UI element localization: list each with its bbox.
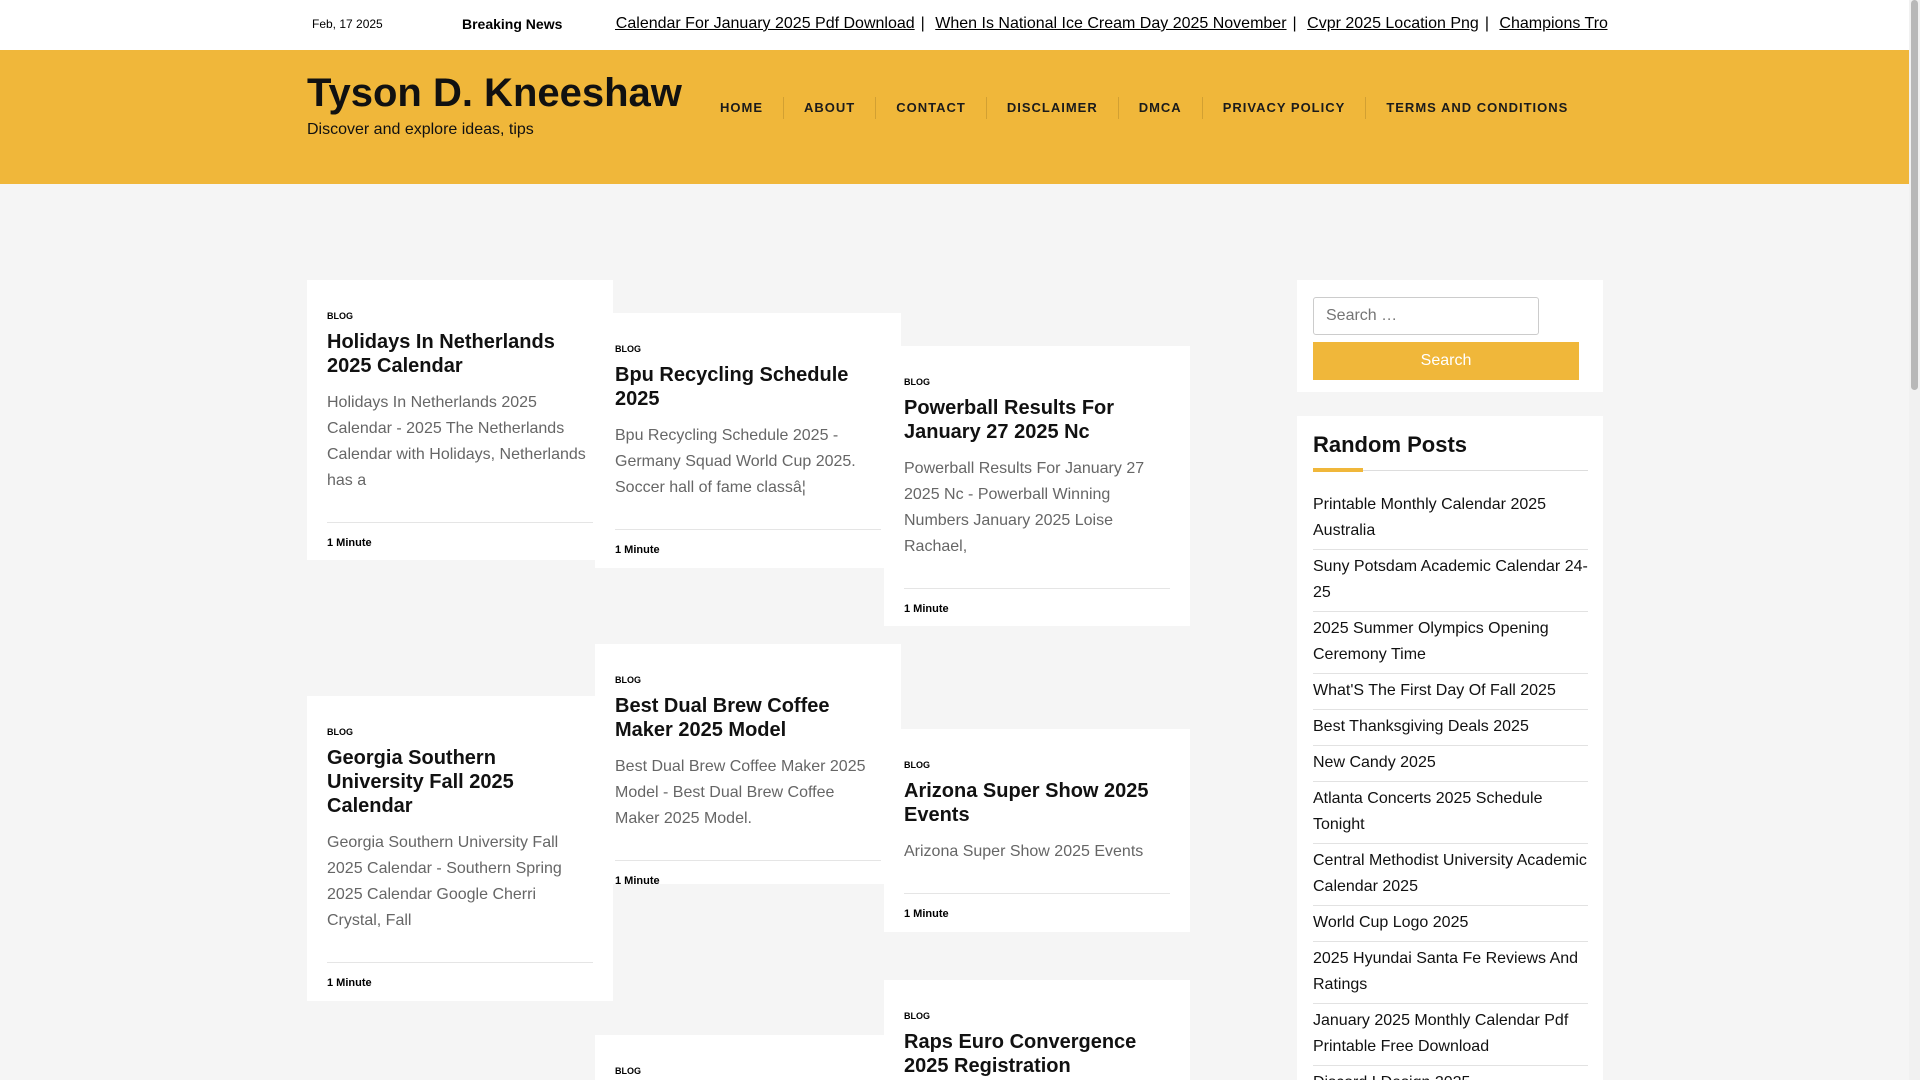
nav-terms-and-conditions[interactable]: TERMS AND CONDITIONS <box>1365 97 1588 119</box>
post-read-time: 1 Minute <box>904 588 1170 632</box>
nav-disclaimer[interactable]: DISCLAIMER <box>985 97 1118 119</box>
random-posts-list: Printable Monthly Calendar 2025 Australi… <box>1313 488 1588 1080</box>
heading-accent-bar <box>1313 468 1363 472</box>
ticker-track: Holidays Calendar For January 2025 Pdf D… <box>615 15 1608 33</box>
ticker-link[interactable]: Cvpr 2025 Location Png <box>1307 15 1479 32</box>
random-post-link[interactable]: What'S The First Day Of Fall 2025 <box>1313 674 1588 710</box>
current-date: Feb, 17 2025 <box>312 17 383 31</box>
nav-contact[interactable]: CONTACT <box>875 97 986 119</box>
random-post-link[interactable]: Best Thanksgiving Deals 2025 <box>1313 710 1588 746</box>
post-read-time: 1 Minute <box>904 893 1170 937</box>
random-post-link[interactable]: Printable Monthly Calendar 2025 Australi… <box>1313 488 1588 550</box>
breaking-news-label: Breaking News <box>462 16 563 32</box>
nav-home[interactable]: HOME <box>700 97 783 119</box>
ticker-link[interactable]: Champions Trophy 2025 <box>1499 15 1608 32</box>
post-card: BLOG Bpu Recycling Schedule 2025 Bpu Rec… <box>595 313 901 568</box>
post-category[interactable]: BLOG <box>615 1066 881 1076</box>
post-category[interactable]: BLOG <box>904 760 1170 770</box>
ticker-link[interactable]: Holidays Calendar For January 2025 Pdf D… <box>615 15 915 32</box>
random-post-link[interactable]: Suny Potsdam Academic Calendar 24-25 <box>1313 550 1588 612</box>
nav-dmca[interactable]: DMCA <box>1117 97 1202 119</box>
post-excerpt: Georgia Southern University Fall 2025 Ca… <box>327 834 562 929</box>
post-card: BLOG Best Dual Brew Coffee Maker 2025 Mo… <box>595 644 901 887</box>
breaking-news-ticker: Holidays Calendar For January 2025 Pdf D… <box>615 14 1608 36</box>
post-title[interactable]: Raps Euro Convergence 2025 Registration <box>904 1030 1170 1078</box>
search-input[interactable] <box>1313 297 1539 335</box>
search-button[interactable]: Search <box>1313 342 1579 380</box>
post-read-time: 1 Minute <box>615 860 881 904</box>
post-category[interactable]: BLOG <box>904 1011 1170 1021</box>
post-card: BLOG Powerball Results For January 27 20… <box>884 346 1190 626</box>
random-post-link[interactable]: World Cup Logo 2025 <box>1313 906 1588 942</box>
random-post-link[interactable]: Atlanta Concerts 2025 Schedule Tonight <box>1313 782 1588 844</box>
site-header: Tyson D. Kneeshaw Discover and explore i… <box>0 50 1909 184</box>
nav-about[interactable]: ABOUT <box>783 97 875 119</box>
post-read-time: 1 Minute <box>327 522 593 566</box>
ticker-separator: | <box>1484 15 1489 32</box>
post-title[interactable]: Bpu Recycling Schedule 2025 <box>615 363 881 411</box>
ticker-separator: | <box>1292 15 1297 32</box>
post-title[interactable]: Arizona Super Show 2025 Events <box>904 779 1170 827</box>
post-category[interactable]: BLOG <box>615 675 881 685</box>
ticker-separator: | <box>920 15 925 32</box>
top-bar: Feb, 17 2025 Breaking News Holidays Cale… <box>0 0 1909 50</box>
random-posts-widget: Random Posts Printable Monthly Calendar … <box>1297 416 1603 1080</box>
random-post-link[interactable]: New Candy 2025 <box>1313 746 1588 782</box>
page-scrollbar[interactable] <box>1909 0 1920 1080</box>
post-card: BLOG Georgia Southern University Fall 20… <box>307 696 613 1001</box>
post-read-time: 1 Minute <box>327 962 593 1006</box>
post-title[interactable]: Georgia Southern University Fall 2025 Ca… <box>327 746 593 818</box>
post-title[interactable]: Holidays In Netherlands 2025 Calendar <box>327 330 593 378</box>
site-title[interactable]: Tyson D. Kneeshaw <box>307 71 682 116</box>
post-title[interactable]: Best Dual Brew Coffee Maker 2025 Model <box>615 694 881 742</box>
scrollbar-thumb[interactable] <box>1911 0 1918 390</box>
post-category[interactable]: BLOG <box>327 311 593 321</box>
random-post-link[interactable]: Discord I Design 2025 <box>1313 1066 1588 1080</box>
post-excerpt: Powerball Results For January 27 2025 Nc… <box>904 460 1145 555</box>
random-post-link[interactable]: 2025 Summer Olympics Opening Ceremony Ti… <box>1313 612 1588 674</box>
post-category[interactable]: BLOG <box>904 377 1170 387</box>
post-card: BLOG Holidays In Netherlands 2025 Calend… <box>307 280 613 560</box>
post-category[interactable]: BLOG <box>615 344 881 354</box>
post-excerpt: Best Dual Brew Coffee Maker 2025 Model -… <box>615 758 866 827</box>
post-title[interactable]: Powerball Results For January 27 2025 Nc <box>904 396 1170 444</box>
post-card: BLOG Raps Euro Convergence 2025 Registra… <box>884 980 1190 1080</box>
random-post-link[interactable]: Central Methodist University Academic Ca… <box>1313 844 1588 906</box>
ticker-link[interactable]: When Is National Ice Cream Day 2025 Nove… <box>935 15 1286 32</box>
post-excerpt: Bpu Recycling Schedule 2025 - Germany Sq… <box>615 427 856 496</box>
post-category[interactable]: BLOG <box>327 727 593 737</box>
main-nav: HOME ABOUT CONTACT DISCLAIMER DMCA PRIVA… <box>700 97 1588 119</box>
post-card: BLOG <box>595 1035 901 1080</box>
random-post-link[interactable]: January 2025 Monthly Calendar Pdf Printa… <box>1313 1004 1588 1066</box>
post-read-time: 1 Minute <box>615 529 881 573</box>
nav-privacy-policy[interactable]: PRIVACY POLICY <box>1201 97 1366 119</box>
random-post-link[interactable]: 2025 Hyundai Santa Fe Reviews And Rating… <box>1313 942 1588 1004</box>
site-tagline: Discover and explore ideas, tips <box>307 121 534 138</box>
post-card: BLOG Arizona Super Show 2025 Events Ariz… <box>884 729 1190 932</box>
post-excerpt: Holidays In Netherlands 2025 Calendar - … <box>327 394 586 489</box>
search-widget: Search <box>1297 280 1603 392</box>
random-posts-heading: Random Posts <box>1313 432 1468 457</box>
post-excerpt: Arizona Super Show 2025 Events <box>904 843 1144 860</box>
